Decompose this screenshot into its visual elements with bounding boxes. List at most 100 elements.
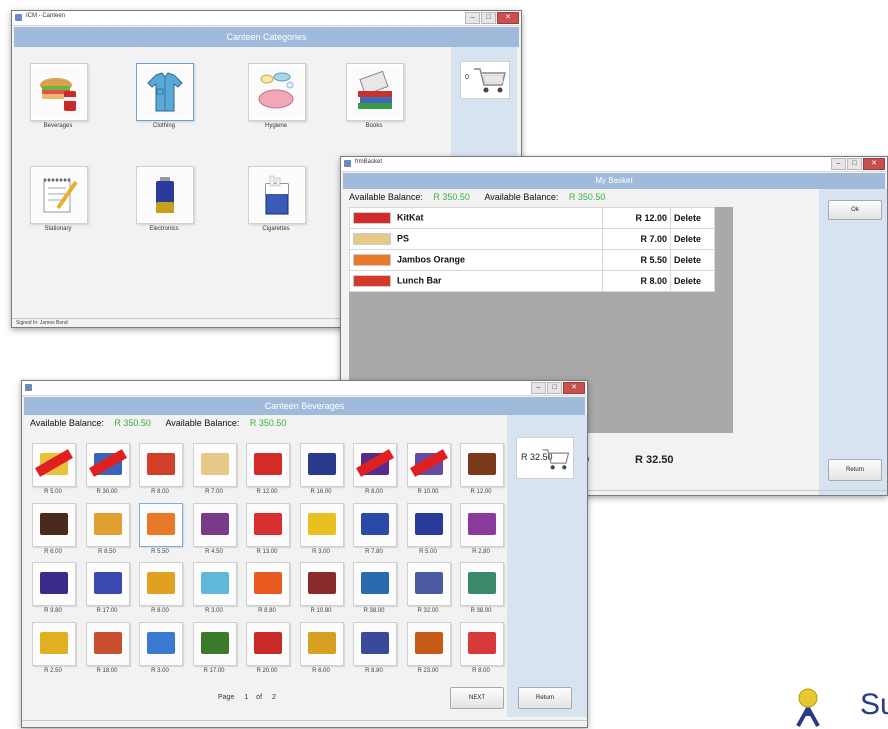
product-tile[interactable]: [460, 503, 504, 547]
cart-widget[interactable]: 0: [460, 61, 510, 99]
product-tile[interactable]: [460, 622, 504, 666]
product-tile[interactable]: [246, 622, 290, 666]
product-image: [147, 513, 175, 535]
product-tile[interactable]: [353, 443, 397, 487]
product-tile[interactable]: [193, 443, 237, 487]
product-tile[interactable]: [353, 562, 397, 606]
product-price: R 16.00: [310, 489, 332, 495]
close-icon[interactable]: ✕: [563, 382, 585, 394]
product-tile[interactable]: [139, 503, 183, 547]
product-image: [308, 453, 336, 475]
window-controls: – □ ✕: [831, 158, 885, 170]
product-image: [468, 632, 496, 654]
product-tile[interactable]: [353, 503, 397, 547]
product-tile[interactable]: [407, 622, 451, 666]
return-button[interactable]: Return: [828, 459, 882, 481]
product-tile[interactable]: [139, 562, 183, 606]
product-price: R 5.00: [419, 549, 437, 555]
product-tile[interactable]: [86, 443, 130, 487]
product-thumbnail: [353, 233, 391, 245]
product-tile[interactable]: [86, 562, 130, 606]
basket-item-price: R 8.00: [601, 270, 672, 292]
delete-link[interactable]: Delete: [670, 207, 715, 229]
next-button[interactable]: NEXT: [450, 687, 504, 709]
category-label: Stationary: [44, 226, 72, 232]
notepad-pencil-icon: [43, 178, 78, 213]
minimize-icon[interactable]: –: [531, 382, 546, 394]
product-tile[interactable]: [353, 622, 397, 666]
basket-row: PS R 7.00 Delete: [349, 228, 715, 250]
page-current: 1: [244, 694, 249, 701]
category-tile-cigarettes[interactable]: [248, 166, 306, 224]
product-tile[interactable]: [300, 503, 344, 547]
maximize-icon[interactable]: □: [481, 12, 496, 24]
ok-button[interactable]: Ok: [828, 200, 882, 220]
return-button[interactable]: Return: [518, 687, 572, 709]
product-tile[interactable]: [32, 443, 76, 487]
minimize-icon[interactable]: –: [465, 12, 480, 24]
basket-item-cell: Lunch Bar: [349, 270, 603, 292]
product-tile[interactable]: [300, 562, 344, 606]
balance-value: R 350.50: [249, 418, 287, 428]
product-tile[interactable]: [300, 622, 344, 666]
product-tile[interactable]: [246, 443, 290, 487]
basket-item-cell: PS: [349, 228, 603, 250]
product-tile[interactable]: [407, 443, 451, 487]
delete-link[interactable]: Delete: [670, 228, 715, 250]
product-image: [415, 513, 443, 535]
product-image: [94, 513, 122, 535]
product-tile[interactable]: [193, 622, 237, 666]
product-tile[interactable]: [460, 443, 504, 487]
product-tile[interactable]: [246, 503, 290, 547]
product-price: R 12.00: [470, 489, 492, 495]
product-image: [361, 572, 389, 594]
category-tile-hygiene[interactable]: [248, 63, 306, 121]
basket-item-name: Jambos Orange: [397, 254, 466, 265]
product-price: R 38.00: [470, 608, 492, 614]
soap-icon: [258, 72, 294, 109]
product-tile[interactable]: [300, 443, 344, 487]
category-tile-beverages[interactable]: [30, 63, 88, 121]
close-icon[interactable]: ✕: [497, 12, 519, 24]
product-tile[interactable]: [139, 443, 183, 487]
category-tile-books[interactable]: [346, 63, 404, 121]
cart-widget[interactable]: R 32.50: [516, 437, 574, 479]
basket-item-price: R 7.00: [601, 228, 672, 250]
product-price: R 4.50: [205, 549, 223, 555]
product-tile[interactable]: [193, 562, 237, 606]
product-tile[interactable]: [407, 503, 451, 547]
category-tile-clothing[interactable]: [136, 63, 194, 121]
product-tile[interactable]: [86, 622, 130, 666]
product-tile[interactable]: [460, 562, 504, 606]
maximize-icon[interactable]: □: [847, 158, 862, 170]
product-tile[interactable]: [86, 503, 130, 547]
product-tile[interactable]: [32, 562, 76, 606]
product-price: R 12.00: [256, 489, 278, 495]
minimize-icon[interactable]: –: [831, 158, 846, 170]
delete-link[interactable]: Delete: [670, 270, 715, 292]
product-tile[interactable]: [193, 503, 237, 547]
cigarette-pack-icon: [265, 175, 289, 215]
basket-table: KitKat R 12.00 Delete PS R 7.00 Delete Jambos …: [349, 207, 715, 292]
category-tile-stationary[interactable]: [30, 166, 88, 224]
product-image: [147, 453, 175, 475]
window-title: ICM - Canteen: [26, 13, 66, 19]
product-tile[interactable]: [139, 622, 183, 666]
maximize-icon[interactable]: □: [547, 382, 562, 394]
basket-total: R 32.50: [635, 454, 674, 466]
basket-item-cell: Jambos Orange: [349, 249, 603, 271]
product-image: [40, 513, 68, 535]
product-price: R 5.00: [44, 489, 62, 495]
product-price: R 2.80: [472, 549, 490, 555]
beverages-bottom-edge: [22, 720, 587, 727]
product-tile[interactable]: [246, 562, 290, 606]
category-tile-electronics[interactable]: [136, 166, 194, 224]
product-tile[interactable]: [32, 622, 76, 666]
category-label: Beverages: [43, 123, 73, 129]
beverages-window: – □ ✕ Canteen Beverages Available Balanc…: [21, 380, 588, 728]
categories-header: Canteen Categories: [14, 27, 519, 47]
close-icon[interactable]: ✕: [863, 158, 885, 170]
product-tile[interactable]: [407, 562, 451, 606]
product-tile[interactable]: [32, 503, 76, 547]
delete-link[interactable]: Delete: [670, 249, 715, 271]
